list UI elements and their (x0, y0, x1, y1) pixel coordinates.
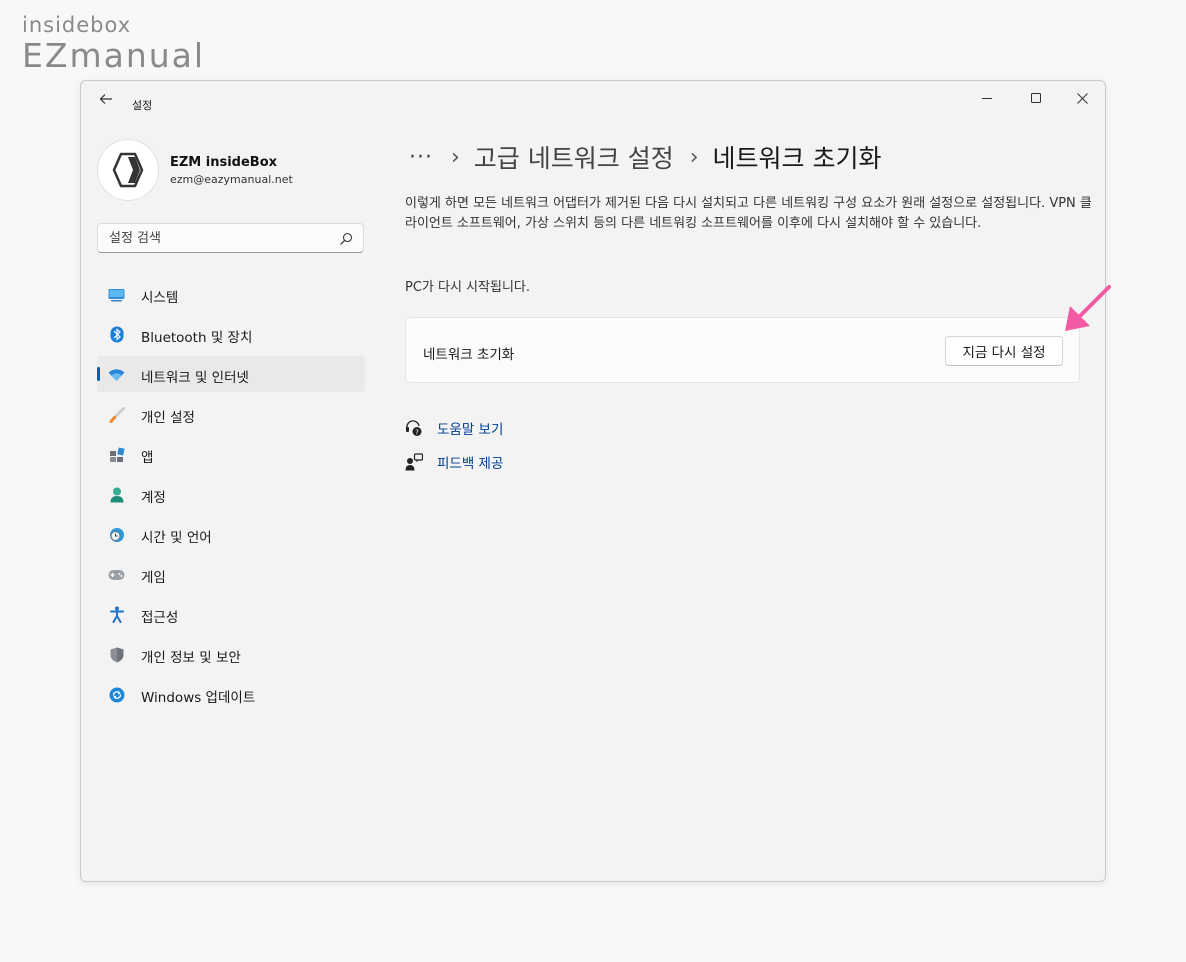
breadcrumb: ··· › 고급 네트워크 설정 › 네트워크 초기화 (409, 137, 881, 177)
feedback-icon (405, 453, 423, 471)
bluetooth-icon (108, 326, 125, 343)
search-input[interactable] (98, 224, 339, 252)
app-title: 설정 (132, 99, 153, 112)
sidebar-item-label: 네트워크 및 인터넷 (141, 370, 249, 386)
network-reset-label: 네트워크 초기화 (423, 347, 515, 363)
back-arrow-icon (99, 94, 112, 104)
sidebar-item-gaming[interactable]: 게임 (97, 556, 365, 592)
sidebar-item-label: 접근성 (141, 610, 179, 626)
search-icon (340, 232, 353, 245)
sidebar-item-accounts[interactable]: 계정 (97, 476, 365, 512)
sidebar-item-apps[interactable]: 앱 (97, 436, 365, 472)
watermark: insidebox EZmanual (22, 12, 205, 74)
avatar[interactable] (97, 139, 159, 201)
watermark-line2: EZmanual (22, 36, 206, 75)
network-reset-card: 네트워크 초기화 지금 다시 설정 (405, 317, 1080, 383)
globe-clock-icon (108, 526, 125, 543)
profile-name: EZM insideBox (170, 155, 278, 170)
svg-text:?: ? (415, 428, 419, 436)
profile-logo-icon (112, 152, 144, 188)
gamepad-icon (108, 566, 125, 583)
chevron-right-icon: › (450, 144, 460, 170)
sidebar-item-windows-update[interactable]: Windows 업데이트 (97, 676, 365, 712)
sidebar-item-system[interactable]: 시스템 (97, 276, 365, 312)
search-box (97, 223, 364, 253)
close-button[interactable] (1062, 87, 1102, 109)
sidebar-item-label: 계정 (141, 490, 166, 506)
search-button[interactable] (339, 231, 353, 245)
monitor-icon (108, 286, 125, 303)
back-button[interactable] (91, 89, 121, 109)
sidebar-item-accessibility[interactable]: 접근성 (97, 596, 365, 632)
sidebar-item-label: 개인 정보 및 보안 (141, 650, 241, 666)
help-link-label: 도움말 보기 (437, 422, 504, 438)
apps-icon (108, 446, 125, 463)
maximize-icon (1031, 93, 1041, 103)
sidebar-item-label: 게임 (141, 570, 166, 586)
profile-email: ezm@eazymanual.net (170, 173, 293, 186)
person-icon (108, 486, 125, 503)
feedback-link[interactable]: 피드백 제공 (405, 451, 503, 473)
sidebar-item-label: Windows 업데이트 (141, 690, 256, 706)
brush-icon (108, 406, 125, 423)
sidebar-item-label: 시스템 (141, 290, 179, 306)
update-icon (108, 686, 125, 703)
settings-window: 설정 EZM insideBox ezm@eazymanual.net 설정 검… (80, 80, 1106, 882)
sidebar-nav: 시스템 Bluetooth 및 장치 네트워크 및 인터넷 개인 설정 앱 계정… (97, 276, 365, 716)
minimize-button[interactable] (967, 87, 1007, 109)
reset-now-button[interactable]: 지금 다시 설정 (945, 336, 1063, 366)
sidebar-item-bluetooth[interactable]: Bluetooth 및 장치 (97, 316, 365, 352)
sidebar-item-time-language[interactable]: 시간 및 언어 (97, 516, 365, 552)
chevron-right-icon: › (689, 144, 699, 170)
accessibility-icon (108, 606, 125, 623)
help-link[interactable]: ? 도움말 보기 (405, 417, 503, 439)
wifi-icon (108, 366, 125, 383)
shield-icon (108, 646, 125, 663)
breadcrumb-parent-link[interactable]: 고급 네트워크 설정 (474, 139, 674, 175)
sidebar-item-label: 개인 설정 (141, 410, 195, 426)
breadcrumb-more-button[interactable]: ··· (409, 145, 433, 170)
restart-note: PC가 다시 시작됩니다. (405, 280, 530, 295)
help-icon: ? (405, 419, 423, 437)
sidebar-item-network[interactable]: 네트워크 및 인터넷 (97, 356, 365, 392)
description-text: 이렇게 하면 모든 네트워크 어댑터가 제거된 다음 다시 설치되고 다른 네트… (405, 196, 1092, 231)
annotation-arrow-icon (1065, 285, 1111, 331)
watermark-line1: insidebox (22, 13, 132, 37)
title-bar: 설정 (81, 81, 1105, 115)
page-title: 네트워크 초기화 (712, 144, 882, 173)
minimize-icon (982, 98, 992, 99)
sidebar-item-label: 시간 및 언어 (141, 530, 212, 546)
sidebar-item-label: 앱 (141, 450, 154, 466)
sidebar-item-personalization[interactable]: 개인 설정 (97, 396, 365, 432)
sidebar-item-privacy-security[interactable]: 개인 정보 및 보안 (97, 636, 365, 672)
close-icon (1076, 92, 1088, 104)
sidebar-item-label: Bluetooth 및 장치 (141, 330, 253, 346)
maximize-button[interactable] (1016, 87, 1056, 109)
feedback-link-label: 피드백 제공 (437, 456, 504, 472)
